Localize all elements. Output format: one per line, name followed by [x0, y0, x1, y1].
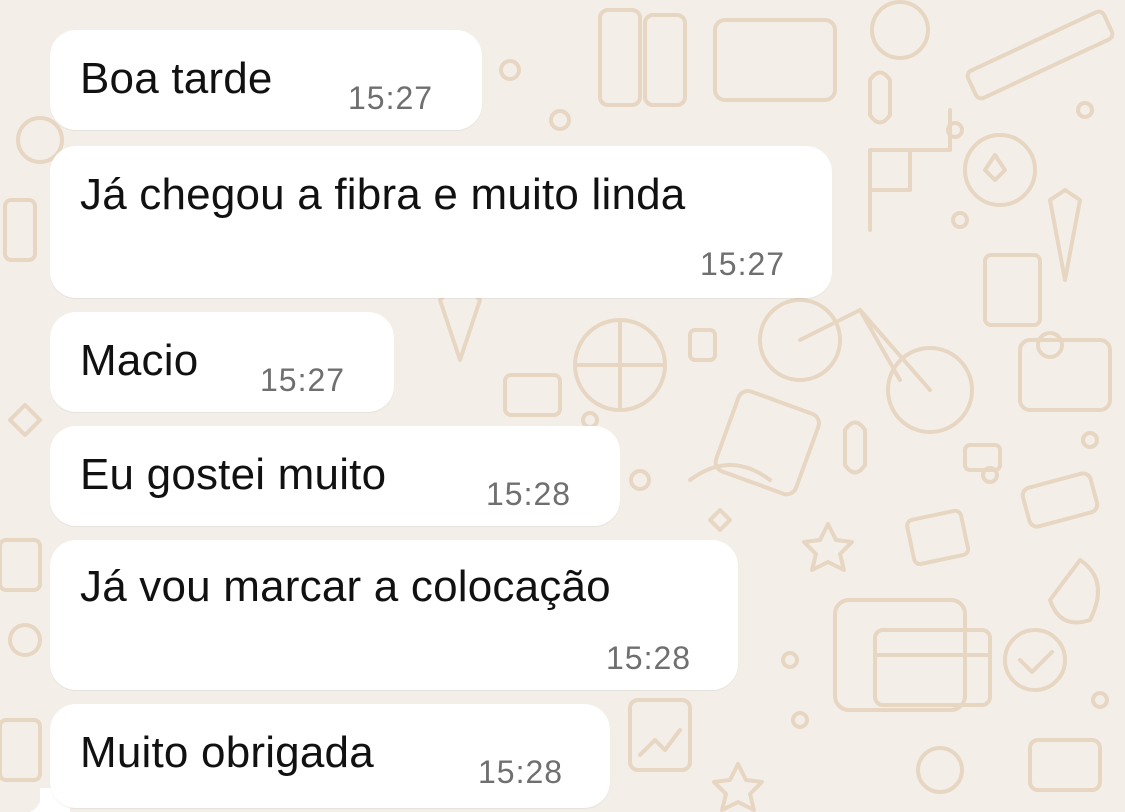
message-text: Eu gostei muito: [80, 450, 387, 499]
message-bubble[interactable]: Macio 15:27: [50, 312, 394, 412]
message-bubble[interactable]: Boa tarde 15:27: [50, 30, 482, 130]
message-timestamp: 15:28: [606, 640, 692, 676]
message-text: Boa tarde: [80, 54, 273, 103]
message-bubble[interactable]: Muito obrigada 15:28: [50, 704, 610, 808]
message-text: Já chegou a fibra e muito linda: [80, 170, 686, 219]
message-text: Já vou marcar a colocação: [80, 562, 611, 611]
message-timestamp: 15:28: [486, 476, 572, 512]
message-timestamp: 15:27: [260, 362, 346, 398]
message-timestamp: 15:27: [348, 80, 434, 116]
message-text: Muito obrigada: [80, 728, 374, 777]
message-bubble[interactable]: Eu gostei muito 15:28: [50, 426, 620, 526]
chat-message-list[interactable]: Boa tarde 15:27 Já chegou a fibra e muit…: [0, 0, 1125, 812]
message-timestamp: 15:27: [700, 246, 786, 282]
message-bubble[interactable]: Já chegou a fibra e muito linda 15:27: [50, 146, 832, 298]
message-bubble[interactable]: Já vou marcar a colocação 15:28: [50, 540, 738, 690]
message-timestamp: 15:28: [478, 754, 564, 790]
message-text: Macio: [80, 336, 199, 385]
